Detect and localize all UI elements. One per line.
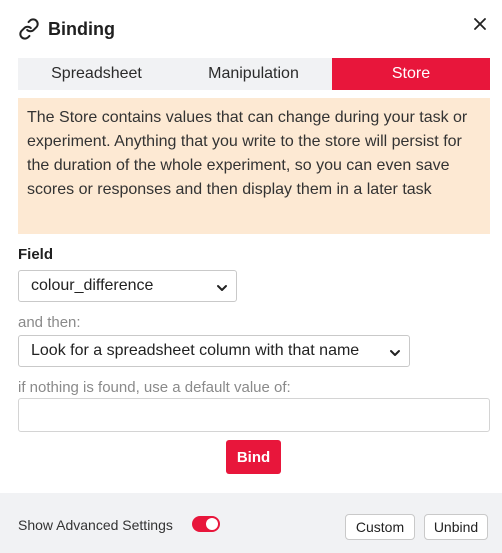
field-select[interactable]: colour_difference [18,270,237,302]
then-label: and then: [18,314,81,331]
chevron-down-icon [216,281,228,293]
chevron-down-icon [389,346,401,358]
close-icon [474,17,486,35]
unbind-button[interactable]: Unbind [424,514,488,540]
dialog-header: Binding [18,16,115,42]
link-icon [18,18,40,40]
dialog-title: Binding [48,18,115,39]
dialog-footer: Show Advanced Settings Custom Unbind [0,493,502,553]
then-select[interactable]: Look for a spreadsheet column with that … [18,335,410,367]
custom-button[interactable]: Custom [345,514,415,540]
toggle-knob [206,518,218,530]
field-label: Field [18,246,54,263]
advanced-settings-toggle[interactable] [192,516,220,532]
tab-spreadsheet[interactable]: Spreadsheet [18,58,175,90]
store-info-box: The Store contains values that can chang… [18,98,490,234]
default-value-label: if nothing is found, use a default value… [18,379,291,396]
default-value-input[interactable] [18,398,490,432]
field-select-value: colour_difference [31,277,154,294]
binding-tabs: Spreadsheet Manipulation Store [18,58,490,90]
advanced-settings-label: Show Advanced Settings [18,517,173,533]
close-button[interactable] [468,14,492,38]
bind-button[interactable]: Bind [226,440,281,474]
tab-store[interactable]: Store [332,58,490,90]
then-select-value: Look for a spreadsheet column with that … [31,342,360,359]
tab-manipulation[interactable]: Manipulation [175,58,332,90]
binding-dialog: Binding Spreadsheet Manipulation Store T… [0,0,502,553]
